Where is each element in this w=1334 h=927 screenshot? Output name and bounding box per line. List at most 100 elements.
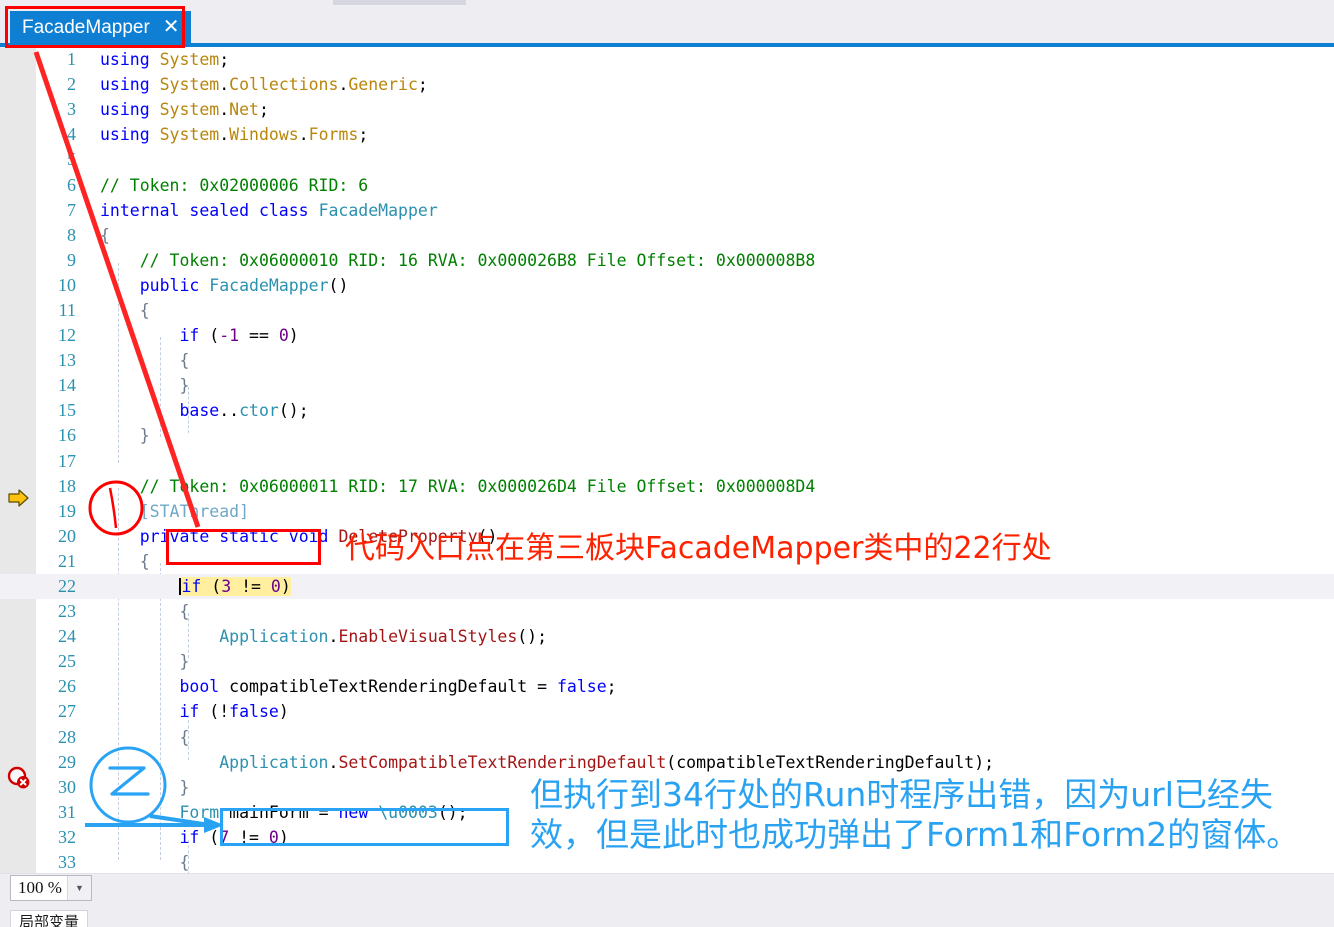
code-line[interactable]: 24 Application.EnableVisualStyles(); [0,624,1334,649]
code-text: } [179,376,190,396]
code-text: } [179,652,190,672]
code-text: internal sealed class FacadeMapper [100,200,438,220]
line-number: 26 [58,676,76,697]
code-text: Application.EnableVisualStyles(); [219,627,548,647]
bottom-dock-panel [0,905,1334,927]
code-text: [STAThread] [139,501,250,521]
line-number: 10 [58,274,76,295]
line-number: 27 [58,701,76,722]
line-number: 7 [67,199,76,220]
code-text: { [179,727,190,747]
code-text: { [139,551,150,571]
line-number: 24 [58,626,76,647]
code-line[interactable]: 23 { [0,599,1334,624]
line-number: 28 [58,726,76,747]
code-text: using System.Collections.Generic; [100,75,428,95]
line-number: 8 [67,224,76,245]
code-text: { [179,853,190,873]
code-line[interactable]: 27 if (!false) [0,699,1334,724]
code-line[interactable]: 4 using System.Windows.Forms; [0,122,1334,147]
zoom-level-value: 100 % [18,878,62,897]
line-number: 1 [67,49,76,70]
code-line[interactable]: 14 } [0,373,1334,398]
code-line[interactable]: 19 [STAThread] [0,499,1334,524]
code-text: bool compatibleTextRenderingDefault = fa… [179,677,617,697]
line-number: 22 [58,576,76,597]
code-text: if (3 != 0) [179,577,291,597]
code-line[interactable]: 6 // Token: 0x02000006 RID: 6 [0,172,1334,197]
code-line[interactable]: 25 } [0,649,1334,674]
code-line[interactable]: 22 if (3 != 0) [0,573,1334,600]
code-line[interactable]: 29 Application.SetCompatibleTextRenderin… [0,750,1334,775]
code-text: { [179,351,190,371]
code-text: Application.SetCompatibleTextRenderingDe… [219,752,995,772]
code-line[interactable]: 10 public FacadeMapper() [0,273,1334,298]
code-line[interactable]: 31 Form mainForm = new \u0003(); [0,800,1334,825]
editor-status-bar [0,873,1334,905]
code-line[interactable]: 13 { [0,348,1334,373]
line-number: 31 [58,801,76,822]
code-line[interactable]: 9 // Token: 0x06000010 RID: 16 RVA: 0x00… [0,248,1334,273]
tab-facademapper[interactable]: FacadeMapper ✕ [10,11,191,43]
code-text: using System.Net; [100,100,269,120]
panel-tab-locals[interactable]: 局部变量 [10,910,89,927]
code-text: { [179,602,190,622]
code-text: { [100,225,110,245]
tab-label: FacadeMapper [22,16,150,38]
breakpoint-error-icon[interactable] [7,766,31,790]
code-line[interactable]: 20 private static void DeleteProperty() [0,524,1334,549]
code-line[interactable]: 17 [0,449,1334,474]
code-text: if (7 != 0) [179,827,289,847]
chevron-down-icon[interactable]: ▼ [67,876,91,900]
code-text: base..ctor(); [179,401,309,421]
line-number: 16 [58,425,76,446]
code-line[interactable]: 1 using System; [0,47,1334,72]
line-number: 3 [67,99,76,120]
code-text: { [139,300,150,320]
code-line[interactable]: 8{ [0,223,1334,248]
code-line[interactable]: 26 bool compatibleTextRenderingDefault =… [0,674,1334,699]
code-line[interactable]: 30 } [0,775,1334,800]
line-number: 9 [67,249,76,270]
code-line[interactable]: 15 base..ctor(); [0,398,1334,423]
code-line[interactable]: 28 { [0,725,1334,750]
code-text: } [179,777,190,797]
code-line[interactable]: 7 internal sealed class FacadeMapper [0,198,1334,223]
line-number: 32 [58,826,76,847]
code-text: // Token: 0x06000010 RID: 16 RVA: 0x0000… [139,250,816,270]
line-number: 25 [58,651,76,672]
line-number: 2 [67,74,76,95]
close-icon[interactable]: ✕ [163,17,180,37]
current-statement-arrow-icon [8,488,30,508]
code-text: using System; [100,50,230,70]
tab-strip [0,0,1334,47]
code-line[interactable]: 3 using System.Net; [0,97,1334,122]
code-line[interactable]: 12 if (-1 == 0) [0,323,1334,348]
line-number: 6 [67,174,76,195]
code-line[interactable]: 16 } [0,423,1334,448]
line-number: 20 [58,525,76,546]
code-line[interactable]: 18 // Token: 0x06000011 RID: 17 RVA: 0x0… [0,474,1334,499]
line-number: 23 [58,601,76,622]
code-text: // Token: 0x02000006 RID: 6 [100,175,369,195]
code-line[interactable]: 33 { [0,850,1334,873]
line-number: 13 [58,350,76,371]
code-lines[interactable]: 1 using System; 2 using System.Collections.… [0,47,1334,873]
line-number: 11 [58,299,76,320]
code-text: } [139,426,150,446]
code-text: if (-1 == 0) [179,326,299,346]
code-text: Form mainForm = new \u0003(); [179,802,468,822]
line-number: 17 [58,450,76,471]
line-number: 12 [58,325,76,346]
code-line[interactable]: 2 using System.Collections.Generic; [0,72,1334,97]
line-number: 5 [67,149,76,170]
code-text: // Token: 0x06000011 RID: 17 RVA: 0x0000… [139,476,816,496]
code-line[interactable]: 11 { [0,298,1334,323]
code-editor[interactable]: 1 using System; 2 using System.Collections.… [0,47,1334,873]
code-line[interactable]: 21 { [0,549,1334,574]
line-number: 14 [58,375,76,396]
code-line[interactable]: 5 [0,147,1334,172]
screenshot-root: FacadeMapper ✕ 1 using System; 2 using Syst… [0,0,1334,927]
code-line[interactable]: 32 if (7 != 0) [0,825,1334,850]
zoom-level-combobox[interactable]: 100 % ▼ [10,875,92,901]
